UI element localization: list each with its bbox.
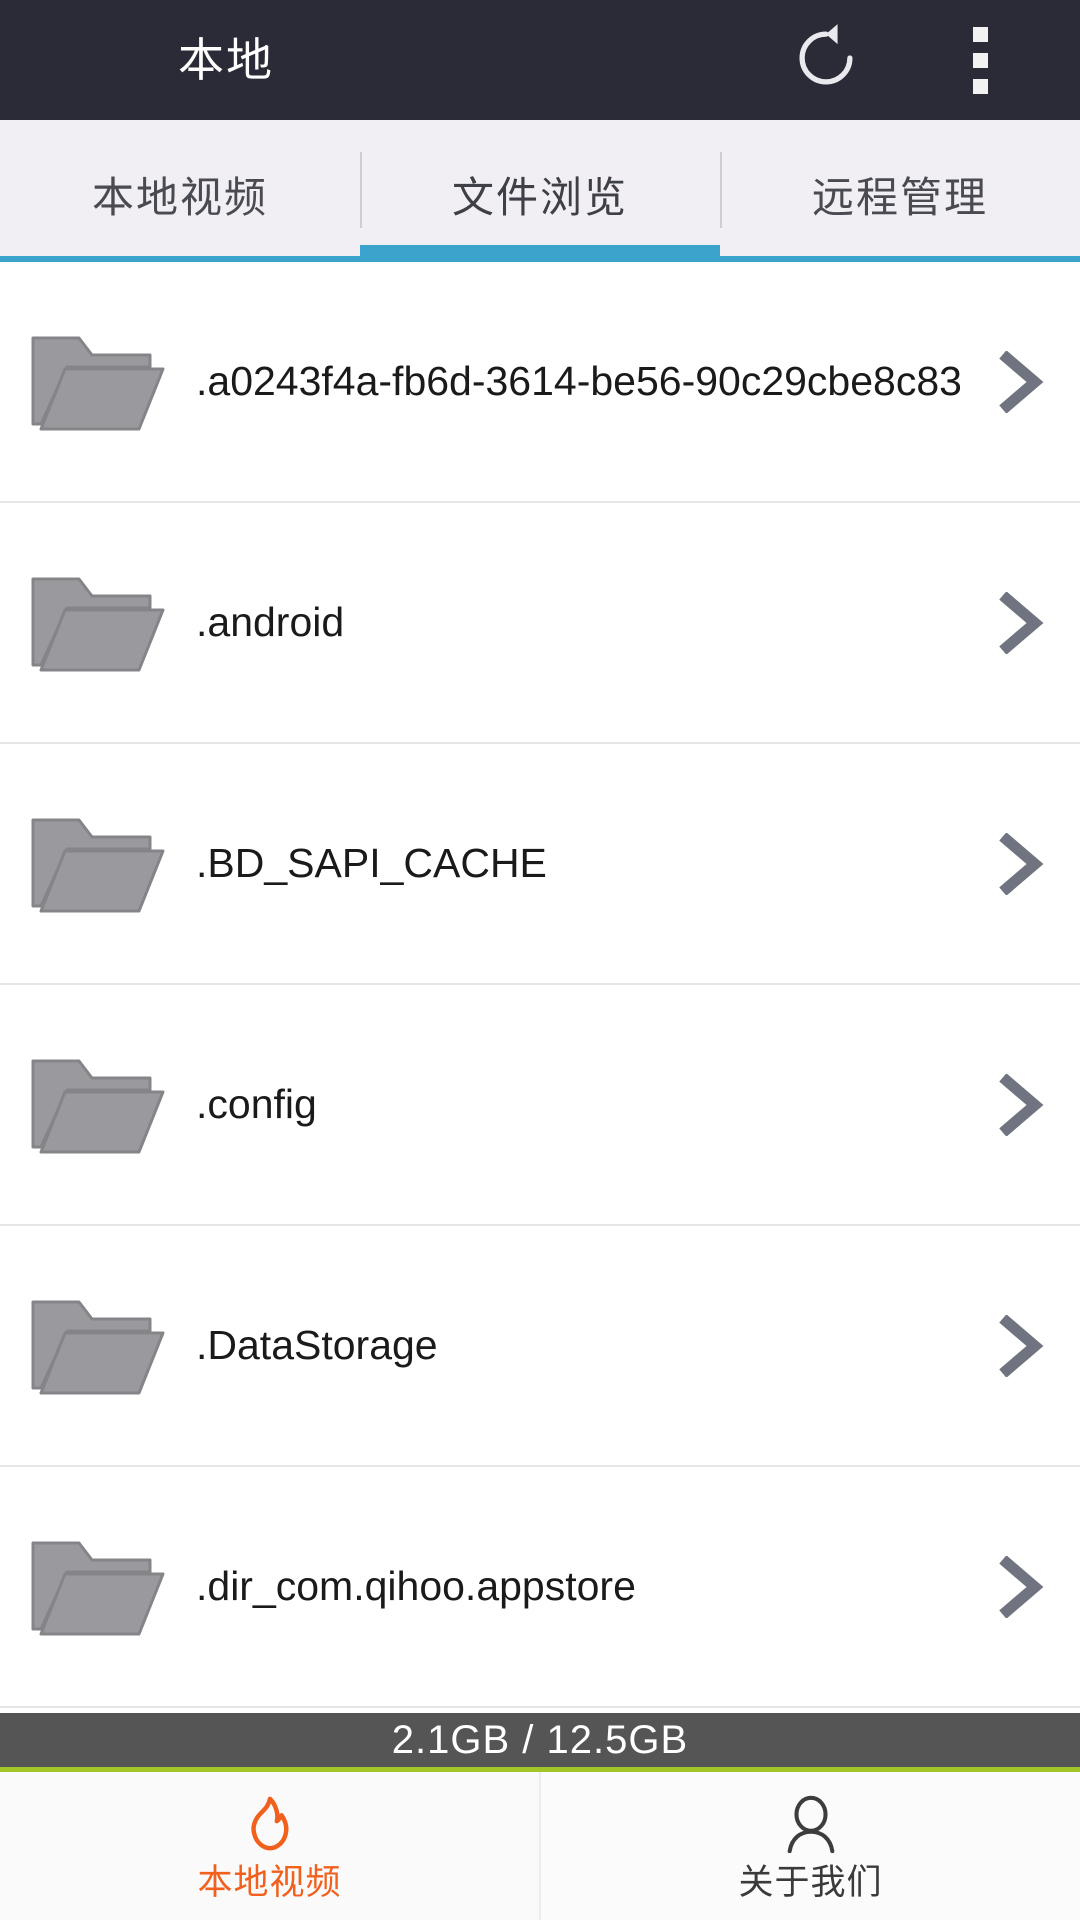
storage-bar: 2.1GB / 12.5GB [0,1713,1080,1767]
folder-icon [0,1531,196,1643]
tab-bar: 本地视频 文件浏览 远程管理 [0,120,1080,262]
chevron-right-icon[interactable] [960,1555,1080,1618]
folder-icon [0,326,196,438]
list-item-label: .dir_com.qihoo.appstore [196,1563,636,1609]
list-item-label: .config [196,1081,317,1127]
chevron-right-icon[interactable] [960,832,1080,895]
tab-local-video[interactable]: 本地视频 [0,120,360,262]
bottom-nav-item-about-us[interactable]: 关于我们 [539,1772,1080,1920]
tab-file-browse[interactable]: 文件浏览 [360,120,720,262]
chevron-right-icon[interactable] [960,1314,1080,1377]
list-item[interactable]: .BD_SAPI_CACHE [0,744,1080,985]
overflow-menu-icon [972,26,988,94]
list-item-label: .android [196,599,345,645]
bottom-nav-label: 本地视频 [197,1862,342,1902]
folder-icon [0,1049,196,1161]
list-item[interactable]: .DataStorage [0,1226,1080,1467]
list-item-label: .DataStorage [196,1322,438,1368]
storage-label: 2.1GB / 12.5GB [391,1718,689,1762]
refresh-icon [789,21,863,100]
app-bar-actions [766,0,1080,120]
bottom-nav-label: 关于我们 [738,1862,883,1902]
list-item-label: .a0243f4a-fb6d-3614-be56-90c29cbe8c83 [196,358,960,404]
person-icon [780,1793,842,1855]
app-bar: 本地 [0,0,1080,120]
app-root: 本地 本地视频 文件浏览 远程管理 .a0243f4a-fb6d-3614-be… [0,0,1080,1920]
chevron-right-icon[interactable] [960,1073,1080,1136]
folder-icon [0,567,196,679]
refresh-button[interactable] [766,0,886,120]
page-title: 本地 [178,34,274,86]
folder-icon [0,808,196,920]
tab-label: 本地视频 [91,174,268,221]
overflow-menu-button[interactable] [920,0,1040,120]
chevron-right-icon[interactable] [960,350,1080,413]
folder-icon [0,1290,196,1402]
flame-icon [239,1793,301,1855]
chevron-right-icon[interactable] [960,591,1080,654]
tab-label: 远程管理 [811,174,988,221]
tab-active-indicator [359,245,720,262]
list-item[interactable]: .dir_com.qihoo.appstore [0,1467,1080,1708]
list-item-label: .BD_SAPI_CACHE [196,840,547,886]
list-item[interactable]: .android [0,503,1080,744]
bottom-nav: 本地视频 关于我们 [0,1772,1080,1920]
tab-remote-manage[interactable]: 远程管理 [720,120,1080,262]
tab-label: 文件浏览 [451,174,628,221]
list-item[interactable]: .config [0,985,1080,1226]
bottom-nav-item-local-video[interactable]: 本地视频 [0,1772,539,1920]
list-item[interactable]: .a0243f4a-fb6d-3614-be56-90c29cbe8c83 [0,262,1080,503]
file-list[interactable]: .a0243f4a-fb6d-3614-be56-90c29cbe8c83 .a… [0,262,1080,1713]
